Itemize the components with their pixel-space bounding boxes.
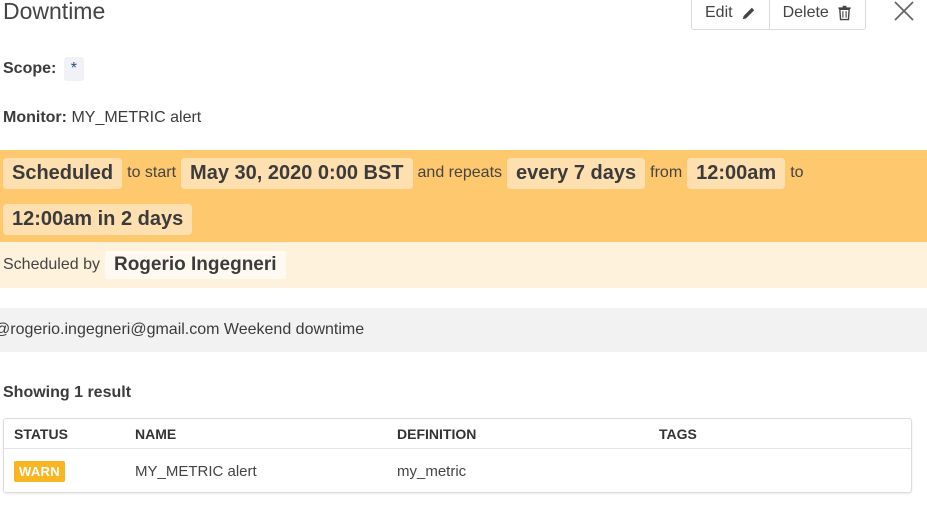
scope-value: * (63, 57, 85, 81)
scope-label: Scope: (3, 60, 57, 77)
row-name[interactable]: MY_METRIC alert (135, 463, 257, 480)
edit-button[interactable]: Edit (692, 0, 769, 29)
delete-label: Delete (782, 4, 829, 21)
monitor-row: Monitor: MY_METRIC alert (3, 109, 201, 127)
edit-label: Edit (705, 4, 733, 21)
close-icon[interactable] (893, 0, 915, 22)
start-date: May 30, 2020 0:00 BST (181, 157, 413, 189)
column-name[interactable]: NAME (135, 426, 176, 442)
column-definition[interactable]: DEFINITION (397, 426, 476, 442)
delete-button[interactable]: Delete (768, 0, 865, 29)
monitor-value: MY_METRIC alert (71, 109, 202, 126)
table-row[interactable]: WARN MY_METRIC alert my_metric (4, 449, 911, 493)
downtime-title: Downtime (3, 0, 106, 24)
message-text: @rogerio.ingegneri@gmail.com Weekend dow… (0, 321, 365, 338)
schedule-banner: Scheduled to start May 30, 2020 0:00 BST… (0, 150, 927, 242)
column-status[interactable]: STATUS (14, 426, 68, 442)
repeats-text: and repeats (417, 164, 503, 181)
downtime-message: @rogerio.ingegneri@gmail.com Weekend dow… (0, 308, 927, 352)
scheduled-by-label: Scheduled by (3, 256, 100, 273)
to-time: 12:00am in 2 days (3, 203, 193, 235)
schedule-status: Scheduled (3, 157, 123, 189)
scheduled-by-user: Rogerio Ingegneri (104, 251, 286, 279)
results-table: STATUS NAME DEFINITION TAGS WARN MY_METR… (3, 418, 912, 493)
table-header: STATUS NAME DEFINITION TAGS (4, 419, 911, 449)
to-text: to (790, 164, 804, 181)
scope-row: Scope: * (3, 57, 85, 81)
results-summary: Showing 1 result (3, 384, 132, 401)
to-start-text: to start (127, 164, 177, 181)
action-button-group: Edit Delete (691, 0, 866, 30)
from-time: 12:00am (687, 157, 786, 189)
column-tags[interactable]: TAGS (659, 426, 697, 442)
monitor-label: Monitor: (3, 109, 67, 126)
row-definition: my_metric (397, 462, 467, 480)
repeat-interval: every 7 days (507, 157, 646, 189)
from-text: from (650, 164, 683, 181)
pencil-icon (741, 6, 756, 21)
status-badge: WARN (14, 460, 65, 482)
trash-icon (837, 5, 852, 21)
scheduled-by-row: Scheduled by Rogerio Ingegneri (0, 242, 927, 288)
